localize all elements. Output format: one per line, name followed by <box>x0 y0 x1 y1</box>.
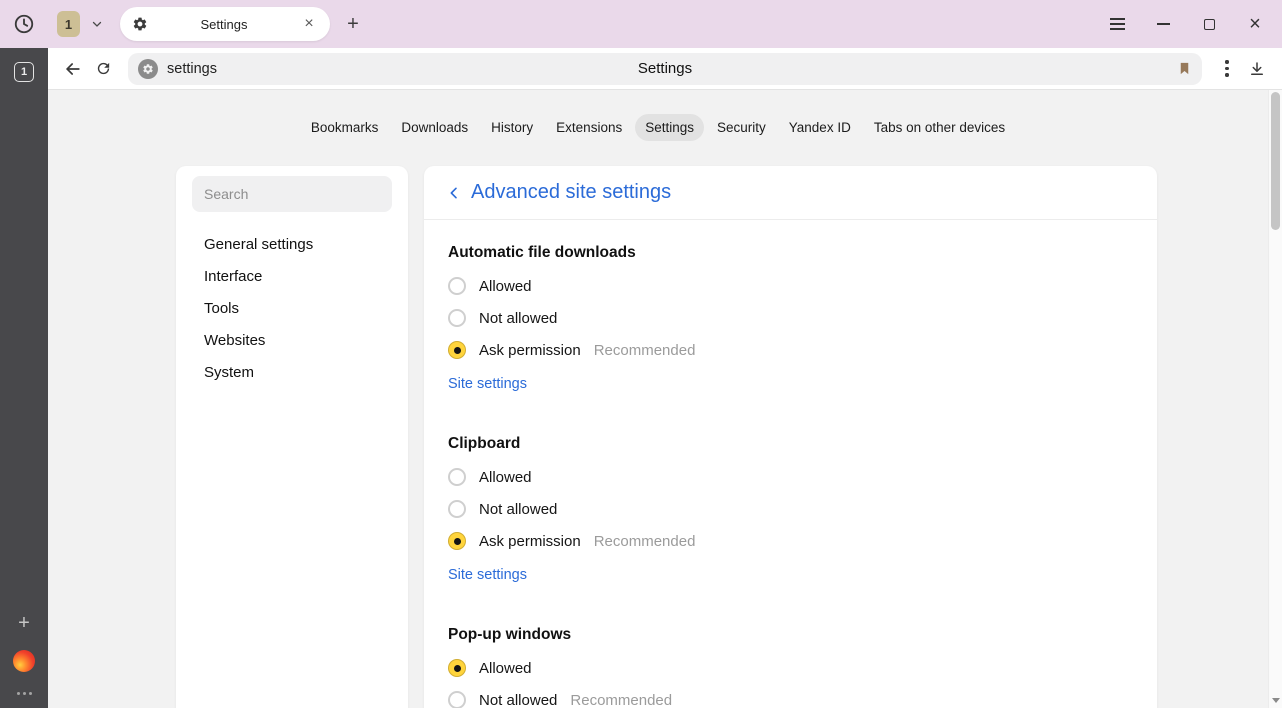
section-automatic-file-downloads: Automatic file downloads Allowed Not all… <box>448 244 1133 393</box>
settings-search[interactable] <box>192 176 392 212</box>
settings-top-nav: Bookmarks Downloads History Extensions S… <box>48 90 1268 164</box>
sidebar-item-system[interactable]: System <box>176 356 408 388</box>
new-tab-button[interactable]: + <box>340 11 366 37</box>
settings-sidebar-panel: General settings Interface Tools Website… <box>176 166 408 708</box>
page-title: Advanced site settings <box>471 181 671 204</box>
section-title: Pop-up windows <box>448 626 1133 644</box>
tab-close-icon[interactable]: × <box>300 15 318 33</box>
radio-label: Allowed <box>479 469 532 486</box>
radio-label: Allowed <box>479 278 532 295</box>
nav-yandex-id[interactable]: Yandex ID <box>779 114 861 141</box>
radio-label: Not allowed <box>479 501 557 518</box>
tab-title: Settings <box>148 17 300 32</box>
scrollbar-thumb[interactable] <box>1271 92 1280 230</box>
history-clock-icon[interactable] <box>13 13 35 35</box>
tab-counter-badge[interactable]: 1 <box>14 62 34 82</box>
reload-icon <box>95 60 112 77</box>
toolbar-more-button[interactable] <box>1212 54 1242 84</box>
settings-page: Bookmarks Downloads History Extensions S… <box>48 90 1282 708</box>
page-title-centered: Settings <box>128 60 1202 77</box>
radio-button[interactable] <box>448 468 466 486</box>
back-arrow-icon <box>63 59 83 79</box>
radio-button[interactable] <box>448 532 466 550</box>
radio-option-ask-permission[interactable]: Ask permission Recommended <box>448 334 1133 366</box>
browser-menu-button[interactable] <box>1106 13 1128 35</box>
bookmark-flag-icon[interactable] <box>1177 60 1192 77</box>
radio-option-ask-permission[interactable]: Ask permission Recommended <box>448 525 1133 557</box>
hamburger-icon <box>1110 18 1125 29</box>
radio-option-allowed[interactable]: Allowed <box>448 270 1133 302</box>
radio-button[interactable] <box>448 691 466 708</box>
window-minimize-button[interactable] <box>1152 13 1174 35</box>
nav-tabs-other-devices[interactable]: Tabs on other devices <box>864 114 1015 141</box>
section-pop-up-windows: Pop-up windows Allowed Not allowed Recom… <box>448 626 1133 708</box>
window-maximize-button[interactable] <box>1198 13 1220 35</box>
nav-extensions[interactable]: Extensions <box>546 114 632 141</box>
nav-settings[interactable]: Settings <box>635 114 704 141</box>
download-icon <box>1248 60 1266 78</box>
radio-label: Ask permission <box>479 533 581 550</box>
scrollbar-down-arrow-icon[interactable] <box>1272 698 1280 703</box>
kebab-icon <box>1225 60 1228 76</box>
nav-bookmarks[interactable]: Bookmarks <box>301 114 389 141</box>
sidebar-rail: 1 + <box>0 48 48 708</box>
radio-option-allowed[interactable]: Allowed <box>448 652 1133 684</box>
back-button[interactable] <box>58 54 88 84</box>
radio-option-not-allowed[interactable]: Not allowed Recommended <box>448 684 1133 708</box>
recommended-note: Recommended <box>594 533 696 550</box>
browser-toolbar: settings Settings <box>48 48 1282 90</box>
radio-label: Not allowed <box>479 692 557 708</box>
section-clipboard: Clipboard Allowed Not allowed Ask permis… <box>448 435 1133 584</box>
yandex-browser-logo[interactable] <box>13 650 35 672</box>
tab-bar: 1 Settings × + × <box>0 0 1282 48</box>
site-settings-link[interactable]: Site settings <box>448 376 527 392</box>
search-input[interactable] <box>204 186 380 202</box>
nav-downloads[interactable]: Downloads <box>391 114 478 141</box>
section-title: Clipboard <box>448 435 1133 453</box>
sidebar-item-general-settings[interactable]: General settings <box>176 228 408 260</box>
radio-label: Not allowed <box>479 310 557 327</box>
gear-icon <box>132 16 148 32</box>
radio-option-not-allowed[interactable]: Not allowed <box>448 493 1133 525</box>
section-title: Automatic file downloads <box>448 244 1133 262</box>
sidebar-more-icon[interactable] <box>17 688 32 698</box>
radio-label: Allowed <box>479 660 532 677</box>
address-bar[interactable]: settings Settings <box>128 53 1202 85</box>
browser-tab-settings[interactable]: Settings × <box>120 7 330 41</box>
chevron-left-icon <box>446 185 462 201</box>
sidebar-add-icon[interactable]: + <box>18 612 30 634</box>
tab-group-chevron-icon[interactable] <box>86 13 108 35</box>
window-close-button[interactable]: × <box>1244 13 1266 35</box>
tab-group-badge[interactable]: 1 <box>57 11 80 37</box>
minimize-icon <box>1157 23 1170 25</box>
recommended-note: Recommended <box>594 342 696 359</box>
radio-button[interactable] <box>448 659 466 677</box>
sidebar-item-interface[interactable]: Interface <box>176 260 408 292</box>
site-settings-link[interactable]: Site settings <box>448 567 527 583</box>
radio-label: Ask permission <box>479 342 581 359</box>
downloads-button[interactable] <box>1242 54 1272 84</box>
url-text: settings <box>167 61 217 77</box>
radio-option-allowed[interactable]: Allowed <box>448 461 1133 493</box>
reload-button[interactable] <box>88 54 118 84</box>
nav-history[interactable]: History <box>481 114 543 141</box>
sidebar-item-websites[interactable]: Websites <box>176 324 408 356</box>
sidebar-item-tools[interactable]: Tools <box>176 292 408 324</box>
page-header[interactable]: Advanced site settings <box>424 166 1157 220</box>
page-scrollbar[interactable] <box>1268 90 1282 708</box>
radio-button[interactable] <box>448 277 466 295</box>
maximize-icon <box>1204 19 1215 30</box>
radio-button[interactable] <box>448 309 466 327</box>
recommended-note: Recommended <box>570 692 672 708</box>
radio-button[interactable] <box>448 341 466 359</box>
radio-option-not-allowed[interactable]: Not allowed <box>448 302 1133 334</box>
advanced-site-settings-card: Advanced site settings Automatic file do… <box>424 166 1157 708</box>
radio-button[interactable] <box>448 500 466 518</box>
nav-security[interactable]: Security <box>707 114 776 141</box>
